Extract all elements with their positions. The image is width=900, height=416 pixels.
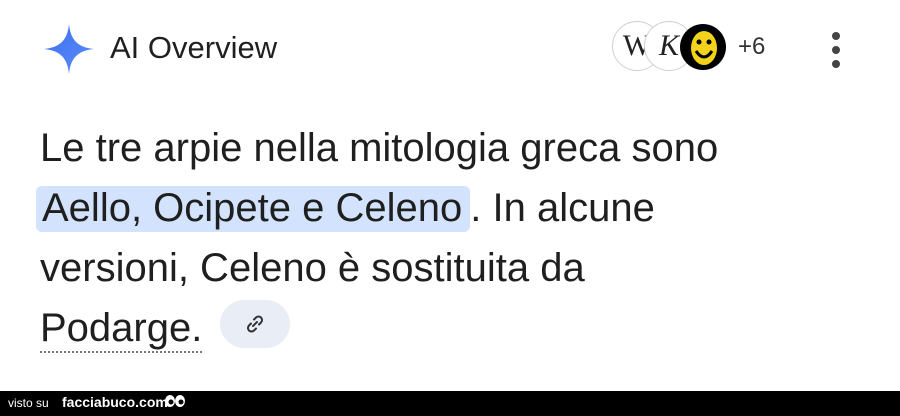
answer-line-4: Podarge.: [40, 298, 840, 358]
answer-line-1: Le tre arpie nella mitologia greca sono: [40, 126, 719, 170]
smiley-source-icon[interactable]: [678, 21, 728, 73]
watermark-site: facciabuco.com: [62, 394, 168, 410]
link-chip-button[interactable]: [220, 300, 291, 349]
sparkle-icon: [44, 24, 94, 74]
more-vert-icon[interactable]: [822, 32, 850, 72]
answer-line-2: Aello, Ocipete e Celeno. In alcune: [36, 178, 840, 238]
overview-answer: Le tre arpie nella mitologia greca sono …: [36, 118, 840, 358]
answer-line-2-rest: . In alcune: [470, 186, 655, 230]
more-sources-count[interactable]: +6: [738, 33, 765, 61]
highlighted-answer: Aello, Ocipete e Celeno: [36, 186, 471, 232]
link-icon: [247, 315, 264, 333]
ai-overview-header: AI Overview W K +6: [0, 0, 900, 100]
watermark-prefix: visto su: [8, 396, 49, 410]
answer-line-3: versioni, Celeno è sostituita da: [40, 246, 585, 290]
watermark-bar: visto su facciabuco.com: [0, 391, 900, 416]
eyes-icon: [165, 395, 185, 407]
podarge-term[interactable]: Podarge.: [40, 306, 202, 350]
ai-overview-title: AI Overview: [110, 30, 278, 65]
